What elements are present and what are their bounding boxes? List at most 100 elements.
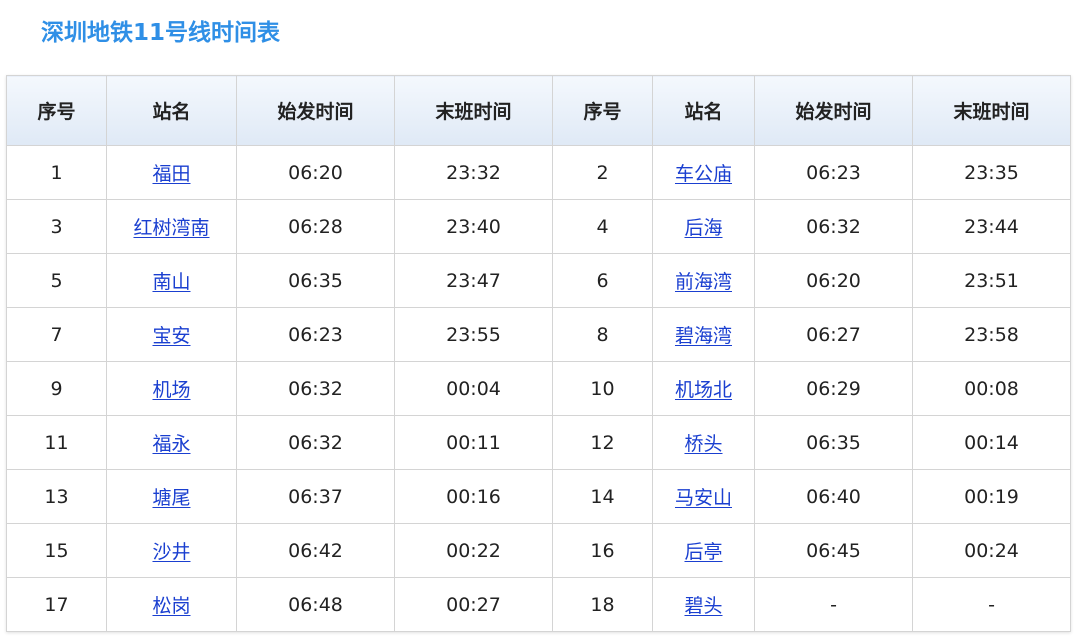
- station-no: 15: [6, 523, 107, 578]
- station-name-cell: 马安山: [652, 469, 755, 524]
- station-no: 1: [6, 145, 107, 200]
- station-no: 14: [552, 469, 653, 524]
- header-row: 序号 站名 始发时间 末班时间 序号 站名 始发时间 末班时间: [6, 75, 1071, 146]
- table-row: 7 宝安 06:23 23:55 8 碧海湾 06:27 23:58: [6, 307, 1071, 362]
- table-row: 9 机场 06:32 00:04 10 机场北 06:29 00:08: [6, 361, 1071, 416]
- first-train-time: 06:32: [236, 361, 395, 416]
- first-train-time: 06:28: [236, 199, 395, 254]
- station-name-cell: 南山: [106, 253, 237, 308]
- station-link[interactable]: 松岗: [152, 595, 190, 617]
- first-train-time: 06:20: [754, 253, 913, 308]
- timetable: 序号 站名 始发时间 末班时间 序号 站名 始发时间 末班时间 1 福田 06:…: [6, 75, 1071, 632]
- station-name-cell: 机场: [106, 361, 237, 416]
- station-name-cell: 后海: [652, 199, 755, 254]
- table-row: 11 福永 06:32 00:11 12 桥头 06:35 00:14: [6, 415, 1071, 470]
- station-no: 2: [552, 145, 653, 200]
- station-name-cell: 机场北: [652, 361, 755, 416]
- table-row: 1 福田 06:20 23:32 2 车公庙 06:23 23:35: [6, 145, 1071, 200]
- station-link[interactable]: 红树湾南: [133, 217, 209, 239]
- last-train-time: 23:47: [394, 253, 553, 308]
- first-train-time: 06:20: [236, 145, 395, 200]
- last-train-time: 23:55: [394, 307, 553, 362]
- header-station-left: 站名: [106, 75, 237, 146]
- first-train-time: 06:32: [236, 415, 395, 470]
- station-name-cell: 福田: [106, 145, 237, 200]
- table-row: 3 红树湾南 06:28 23:40 4 后海 06:32 23:44: [6, 199, 1071, 254]
- table-row: 17 松岗 06:48 00:27 18 碧头 - -: [6, 577, 1071, 632]
- header-no-left: 序号: [6, 75, 107, 146]
- header-last-time-left: 末班时间: [394, 75, 553, 146]
- last-train-time: 23:40: [394, 199, 553, 254]
- last-train-time: 23:51: [912, 253, 1071, 308]
- first-train-time: -: [754, 577, 913, 632]
- table-row: 5 南山 06:35 23:47 6 前海湾 06:20 23:51: [6, 253, 1071, 308]
- station-link[interactable]: 宝安: [152, 325, 190, 347]
- station-link[interactable]: 车公庙: [675, 163, 732, 185]
- last-train-time: 00:16: [394, 469, 553, 524]
- station-link[interactable]: 马安山: [675, 487, 732, 509]
- first-train-time: 06:40: [754, 469, 913, 524]
- station-no: 8: [552, 307, 653, 362]
- station-no: 4: [552, 199, 653, 254]
- station-link[interactable]: 后海: [684, 217, 722, 239]
- header-first-time-left: 始发时间: [236, 75, 395, 146]
- station-link[interactable]: 塘尾: [152, 487, 190, 509]
- header-station-right: 站名: [652, 75, 755, 146]
- last-train-time: 23:32: [394, 145, 553, 200]
- first-train-time: 06:29: [754, 361, 913, 416]
- station-name-cell: 后亭: [652, 523, 755, 578]
- last-train-time: -: [912, 577, 1071, 632]
- station-no: 10: [552, 361, 653, 416]
- station-link[interactable]: 桥头: [684, 433, 722, 455]
- table-row: 13 塘尾 06:37 00:16 14 马安山 06:40 00:19: [6, 469, 1071, 524]
- first-train-time: 06:27: [754, 307, 913, 362]
- station-no: 7: [6, 307, 107, 362]
- station-link[interactable]: 沙井: [152, 541, 190, 563]
- station-no: 18: [552, 577, 653, 632]
- first-train-time: 06:35: [236, 253, 395, 308]
- station-name-cell: 车公庙: [652, 145, 755, 200]
- station-link[interactable]: 福田: [152, 163, 190, 185]
- header-no-right: 序号: [552, 75, 653, 146]
- station-link[interactable]: 碧海湾: [675, 325, 732, 347]
- last-train-time: 00:27: [394, 577, 553, 632]
- last-train-time: 23:44: [912, 199, 1071, 254]
- station-name-cell: 前海湾: [652, 253, 755, 308]
- station-link[interactable]: 碧头: [684, 595, 722, 617]
- station-name-cell: 宝安: [106, 307, 237, 362]
- station-no: 13: [6, 469, 107, 524]
- station-no: 11: [6, 415, 107, 470]
- header-last-time-right: 末班时间: [912, 75, 1071, 146]
- station-no: 9: [6, 361, 107, 416]
- table-body: 1 福田 06:20 23:32 2 车公庙 06:23 23:35 3 红树湾…: [6, 145, 1071, 632]
- station-name-cell: 碧海湾: [652, 307, 755, 362]
- station-no: 3: [6, 199, 107, 254]
- last-train-time: 00:14: [912, 415, 1071, 470]
- station-link[interactable]: 福永: [152, 433, 190, 455]
- station-name-cell: 桥头: [652, 415, 755, 470]
- first-train-time: 06:23: [236, 307, 395, 362]
- station-name-cell: 红树湾南: [106, 199, 237, 254]
- first-train-time: 06:23: [754, 145, 913, 200]
- page-title: 深圳地铁11号线时间表: [41, 20, 281, 46]
- station-no: 17: [6, 577, 107, 632]
- station-link[interactable]: 南山: [152, 271, 190, 293]
- station-name-cell: 碧头: [652, 577, 755, 632]
- last-train-time: 00:08: [912, 361, 1071, 416]
- first-train-time: 06:42: [236, 523, 395, 578]
- last-train-time: 00:19: [912, 469, 1071, 524]
- table-row: 15 沙井 06:42 00:22 16 后亭 06:45 00:24: [6, 523, 1071, 578]
- station-link[interactable]: 机场北: [675, 379, 732, 401]
- last-train-time: 00:22: [394, 523, 553, 578]
- last-train-time: 00:24: [912, 523, 1071, 578]
- station-name-cell: 松岗: [106, 577, 237, 632]
- station-no: 5: [6, 253, 107, 308]
- station-link[interactable]: 机场: [152, 379, 190, 401]
- station-no: 12: [552, 415, 653, 470]
- station-link[interactable]: 后亭: [684, 541, 722, 563]
- first-train-time: 06:48: [236, 577, 395, 632]
- first-train-time: 06:35: [754, 415, 913, 470]
- last-train-time: 00:11: [394, 415, 553, 470]
- table-header: 序号 站名 始发时间 末班时间 序号 站名 始发时间 末班时间: [6, 75, 1071, 146]
- station-link[interactable]: 前海湾: [675, 271, 732, 293]
